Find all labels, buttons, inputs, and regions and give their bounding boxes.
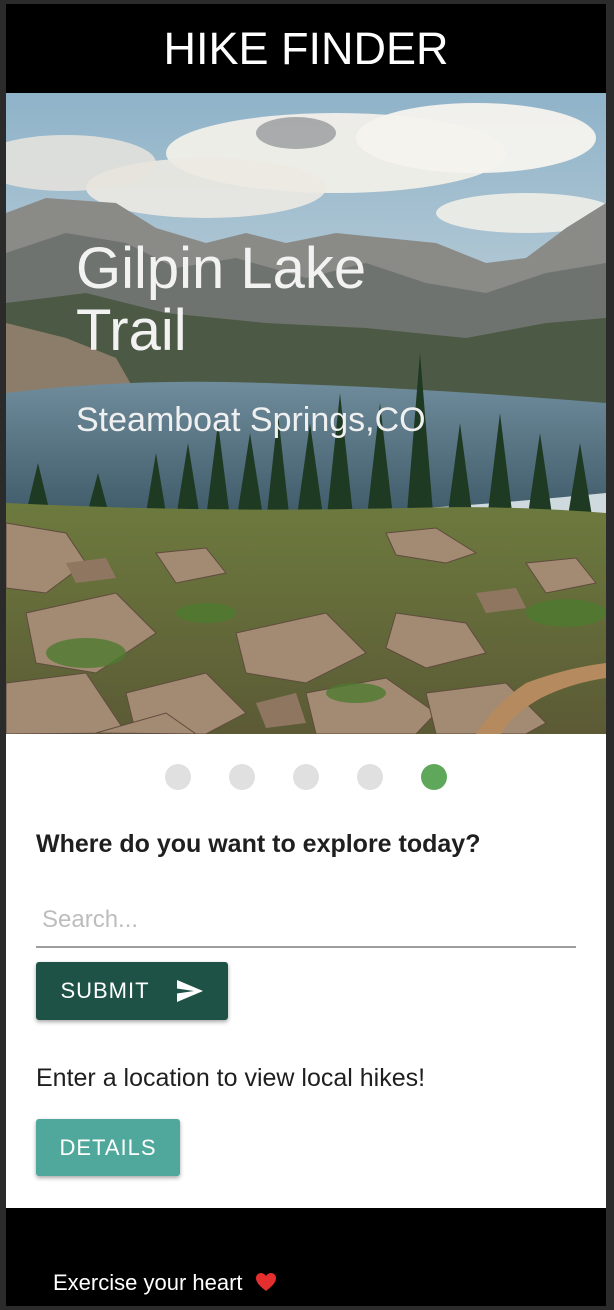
search-prompt: Where do you want to explore today? [36, 830, 481, 858]
app-title: HIKE FINDER [163, 22, 449, 74]
details-button[interactable]: DETAILS [36, 1119, 180, 1176]
footer: Exercise your heart [6, 1208, 606, 1306]
carousel-dot-2[interactable] [229, 764, 255, 790]
hero-trail-title: Gilpin Lake Trail [76, 236, 367, 363]
carousel-dot-5[interactable] [421, 764, 447, 790]
details-button-label: DETAILS [59, 1134, 157, 1160]
submit-button[interactable]: SUBMIT [36, 962, 228, 1020]
hero-carousel-slide[interactable]: Gilpin Lake Trail Steamboat Springs,CO [6, 93, 606, 734]
app-bar: HIKE FINDER [6, 4, 606, 93]
location-hint-text: Enter a location to view local hikes! [36, 1064, 426, 1092]
carousel-dot-1[interactable] [165, 764, 191, 790]
search-input[interactable] [36, 894, 576, 948]
carousel-dot-3[interactable] [293, 764, 319, 790]
app-frame: HIKE FINDER Gilpin Lake Trail Steamboat … [6, 4, 606, 1306]
carousel-indicators [6, 764, 606, 792]
send-icon [176, 979, 204, 1003]
heart-icon [255, 1272, 277, 1298]
carousel-dot-4[interactable] [357, 764, 383, 790]
footer-text-wrapper: Exercise your heart [53, 1270, 277, 1298]
submit-button-label: SUBMIT [60, 978, 150, 1003]
hero-location-subtitle: Steamboat Springs,CO [76, 401, 426, 439]
footer-text: Exercise your heart [53, 1270, 243, 1295]
